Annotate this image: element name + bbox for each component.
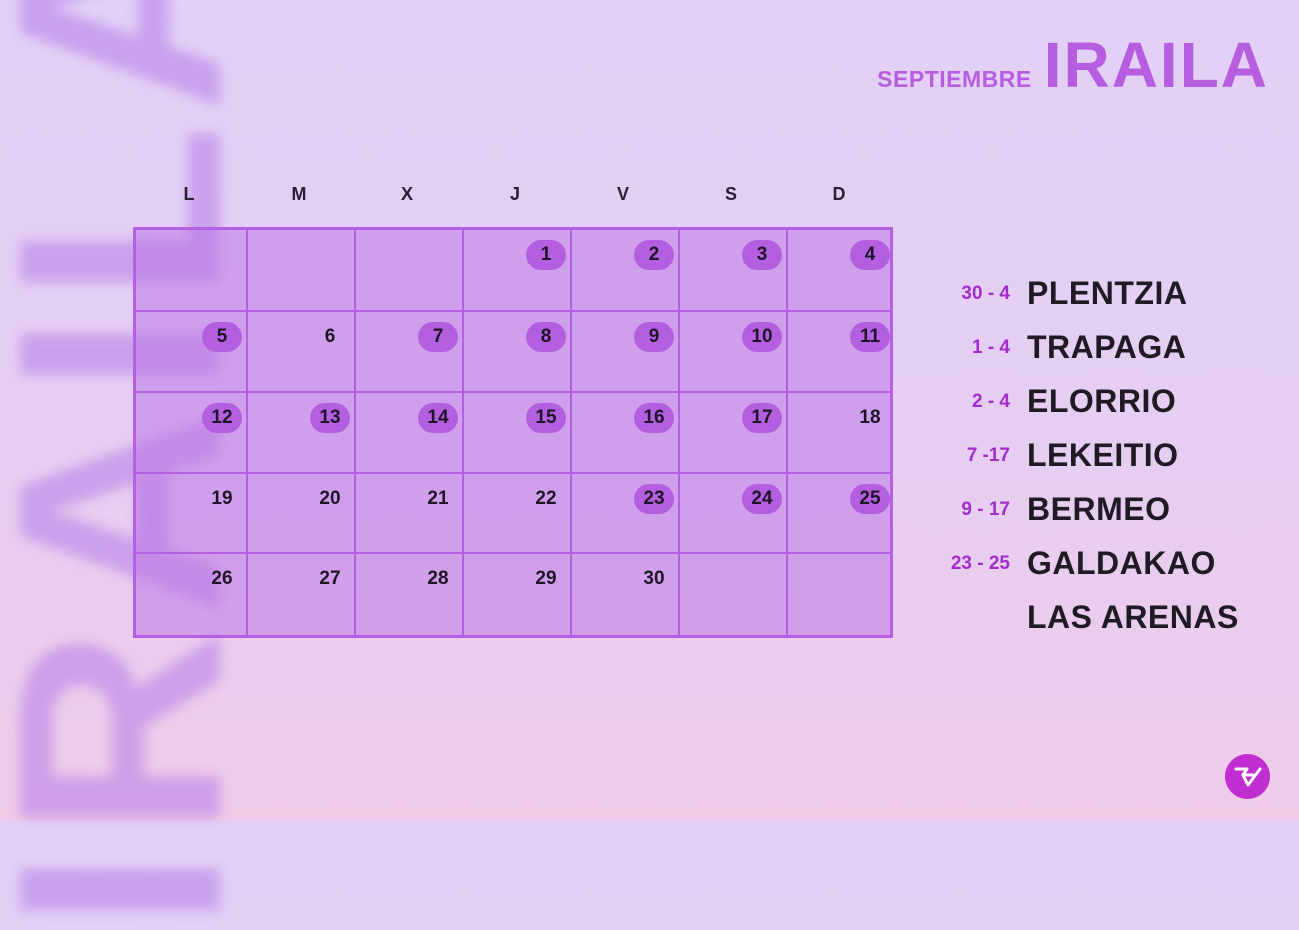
calendar-day-cell: 19 xyxy=(136,474,248,554)
calendar-day-cell: 8 xyxy=(464,312,572,393)
calendar-day-cell: 6 xyxy=(248,312,356,393)
festival-day-number: 10 xyxy=(742,322,782,352)
festival-day-number: 2 xyxy=(634,240,674,270)
calendar-day-cell: 26 xyxy=(136,554,248,641)
day-number: 26 xyxy=(211,568,233,589)
day-number: 30 xyxy=(643,568,665,589)
weekday-label: V xyxy=(616,184,629,204)
calendar-day-cell: 18 xyxy=(788,393,896,474)
legend-town-name: ELORRIO xyxy=(1027,383,1177,419)
calendar-day-cell: 23 xyxy=(572,474,680,554)
legend-item: LAS ARENAS xyxy=(930,599,1270,639)
legend-town-name: BERMEO xyxy=(1027,491,1171,527)
legend-item: 30 - 4 PLENTZIA xyxy=(930,275,1270,315)
legend-town-name: LAS ARENAS xyxy=(1027,599,1239,635)
day-number: 27 xyxy=(319,568,341,589)
calendar-day-cell: 5 xyxy=(136,312,248,393)
day-number: 22 xyxy=(535,488,557,509)
legend-date-range: 1 - 4 xyxy=(971,337,1010,358)
legend-date-range: 7 -17 xyxy=(966,445,1010,466)
weekday-label: X xyxy=(400,184,413,204)
festival-day-number: 11 xyxy=(850,322,890,352)
weekday-label: J xyxy=(509,184,520,204)
calendar-day-cell: 15 xyxy=(464,393,572,474)
weekday-label: S xyxy=(724,184,737,204)
day-number: 20 xyxy=(319,488,341,509)
day-number: 29 xyxy=(535,568,557,589)
legend-item: 23 - 25 GALDAKAO xyxy=(930,545,1270,585)
legend-date-range: 23 - 25 xyxy=(950,553,1010,574)
calendar-day-cell: 11 xyxy=(788,312,896,393)
calendar-day-cell: 20 xyxy=(248,474,356,554)
festival-day-number: 23 xyxy=(634,484,674,514)
festival-day-number: 7 xyxy=(418,322,458,352)
festival-day-number: 13 xyxy=(310,403,350,433)
calendar-day-cell: 3 xyxy=(680,230,788,312)
calendar-day-cell: 16 xyxy=(572,393,680,474)
legend-town-name: TRAPAGA xyxy=(1027,329,1187,365)
festival-day-number: 25 xyxy=(850,484,890,514)
calendar-day-cell: 27 xyxy=(248,554,356,641)
calendar-day-cell: 7 xyxy=(356,312,464,393)
calendar-day-cell: 1 xyxy=(464,230,572,312)
calendar-grid: 1 2 3 4 5 6 7 8 9 10 11 12 13 14 15 16 17 18 19 20 21 22 23 24 2… xyxy=(133,227,893,638)
legend-date-range: 2 - 4 xyxy=(971,391,1010,412)
legend-item: 7 -17 LEKEITIO xyxy=(930,437,1270,477)
day-number: 19 xyxy=(211,488,233,509)
day-number: 28 xyxy=(427,568,449,589)
legend-date-range: 9 - 17 xyxy=(961,499,1010,520)
calendar-day-cell: 14 xyxy=(356,393,464,474)
festival-day-number: 12 xyxy=(202,403,242,433)
festival-day-number: 14 xyxy=(418,403,458,433)
legend-item: 1 - 4 TRAPAGA xyxy=(930,329,1270,369)
legend-town-name: LEKEITIO xyxy=(1027,437,1179,473)
weekday-label: D xyxy=(832,184,846,204)
brand-logo-icon xyxy=(1225,754,1270,799)
calendar-day-cell: 28 xyxy=(356,554,464,641)
calendar-day-cell: 4 xyxy=(788,230,896,312)
month-subtitle: SEPTIEMBRE xyxy=(877,66,1032,92)
legend-date-range: 30 - 4 xyxy=(961,283,1010,304)
weekday-label: L xyxy=(183,184,195,204)
calendar-day-cell: 13 xyxy=(248,393,356,474)
calendar-day-cell: 2 xyxy=(572,230,680,312)
festival-day-number: 15 xyxy=(526,403,566,433)
calendar-day-cell: 10 xyxy=(680,312,788,393)
festival-day-number: 16 xyxy=(634,403,674,433)
festival-day-number: 9 xyxy=(634,322,674,352)
calendar-day-cell: 24 xyxy=(680,474,788,554)
legend-town-name: GALDAKAO xyxy=(1027,545,1216,581)
day-number: 6 xyxy=(324,326,336,347)
festival-day-number: 17 xyxy=(742,403,782,433)
calendar-day-cell: 17 xyxy=(680,393,788,474)
month-title: IRAILA xyxy=(1043,29,1269,101)
calendar-day-cell: 22 xyxy=(464,474,572,554)
calendar-day-cell: 25 xyxy=(788,474,896,554)
day-number: 18 xyxy=(859,407,881,428)
festival-day-number: 24 xyxy=(742,484,782,514)
legend-item: 9 - 17 BERMEO xyxy=(930,491,1270,531)
day-number: 21 xyxy=(427,488,449,509)
calendar-day-cell: 29 xyxy=(464,554,572,641)
calendar-day-cell: 9 xyxy=(572,312,680,393)
month-header: SEPTIEMBRE IRAILA xyxy=(877,28,1269,102)
calendar-day-cell: 12 xyxy=(136,393,248,474)
festival-day-number: 1 xyxy=(526,240,566,270)
festival-day-number: 3 xyxy=(742,240,782,270)
festival-day-number: 4 xyxy=(850,240,890,270)
legend-item: 2 - 4 ELORRIO xyxy=(930,383,1270,423)
festival-day-number: 8 xyxy=(526,322,566,352)
legend-town-name: PLENTZIA xyxy=(1027,275,1188,311)
calendar-day-cell: 21 xyxy=(356,474,464,554)
calendar-day-cell: 30 xyxy=(572,554,680,641)
festival-day-number: 5 xyxy=(202,322,242,352)
weekday-label: M xyxy=(291,184,307,204)
